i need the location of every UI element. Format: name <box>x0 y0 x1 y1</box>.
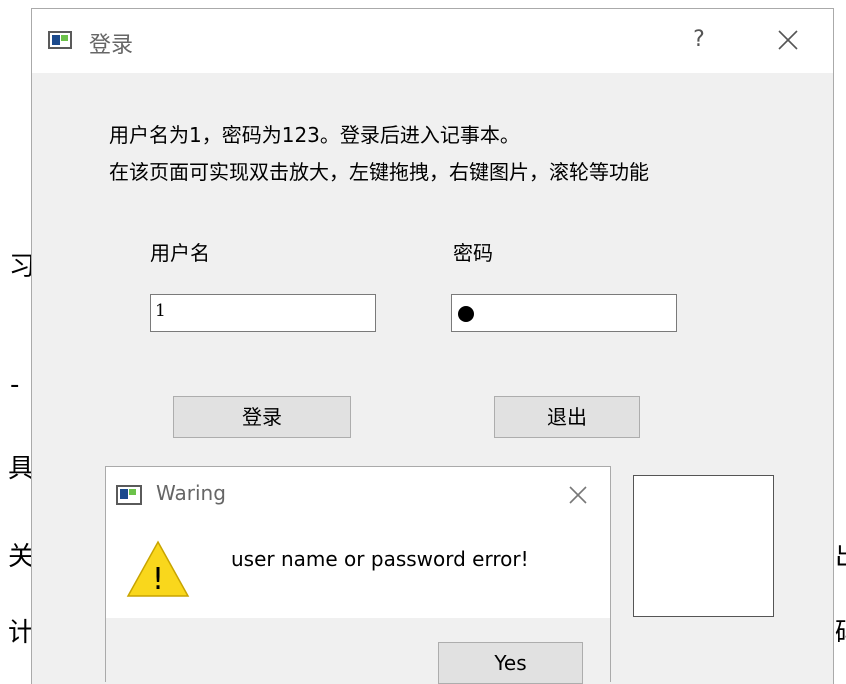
exit-button[interactable]: 退出 <box>494 396 640 438</box>
warning-body: ! user name or password error! <box>106 523 610 618</box>
image-placeholder-box <box>633 475 774 617</box>
password-input[interactable] <box>451 294 677 332</box>
password-label: 密码 <box>453 241 493 265</box>
background-text-fragment: 习 <box>9 252 31 282</box>
info-text-line-1: 用户名为1，密码为123。登录后进入记事本。 <box>109 123 520 147</box>
window-title: 登录 <box>89 33 134 58</box>
app-icon <box>116 485 142 505</box>
background-text-fragment: 计 <box>8 618 31 648</box>
username-label: 用户名 <box>150 241 210 265</box>
login-button[interactable]: 登录 <box>173 396 351 438</box>
warning-exclamation: ! <box>152 562 164 597</box>
info-text-line-2: 在该页面可实现双击放大，左键拖拽，右键图片，滚轮等功能 <box>109 160 649 184</box>
close-icon <box>778 30 798 50</box>
warning-triangle-icon: ! <box>126 539 190 599</box>
warning-close-button[interactable] <box>561 479 595 511</box>
username-input[interactable]: 1 <box>150 294 376 332</box>
close-icon <box>569 486 587 504</box>
close-button[interactable] <box>768 23 808 57</box>
warning-dialog: Waring ! user name or password error! Ye… <box>105 466 611 684</box>
yes-button[interactable]: Yes <box>438 642 583 684</box>
background-text-fragment: 码 <box>835 616 846 650</box>
background-text-fragment: 出 <box>835 540 846 574</box>
password-mask-dot <box>458 306 474 322</box>
background-text-fragment: - <box>10 370 20 400</box>
background-text-fragment: 具 <box>8 454 31 484</box>
warning-message: user name or password error! <box>231 547 529 571</box>
app-icon <box>48 31 72 49</box>
login-titlebar[interactable]: 登录 ? <box>32 9 833 73</box>
warning-title: Waring <box>156 481 226 505</box>
help-button[interactable]: ? <box>684 25 714 55</box>
warning-titlebar[interactable]: Waring <box>106 467 610 523</box>
background-text-fragment: 关 <box>8 542 31 572</box>
